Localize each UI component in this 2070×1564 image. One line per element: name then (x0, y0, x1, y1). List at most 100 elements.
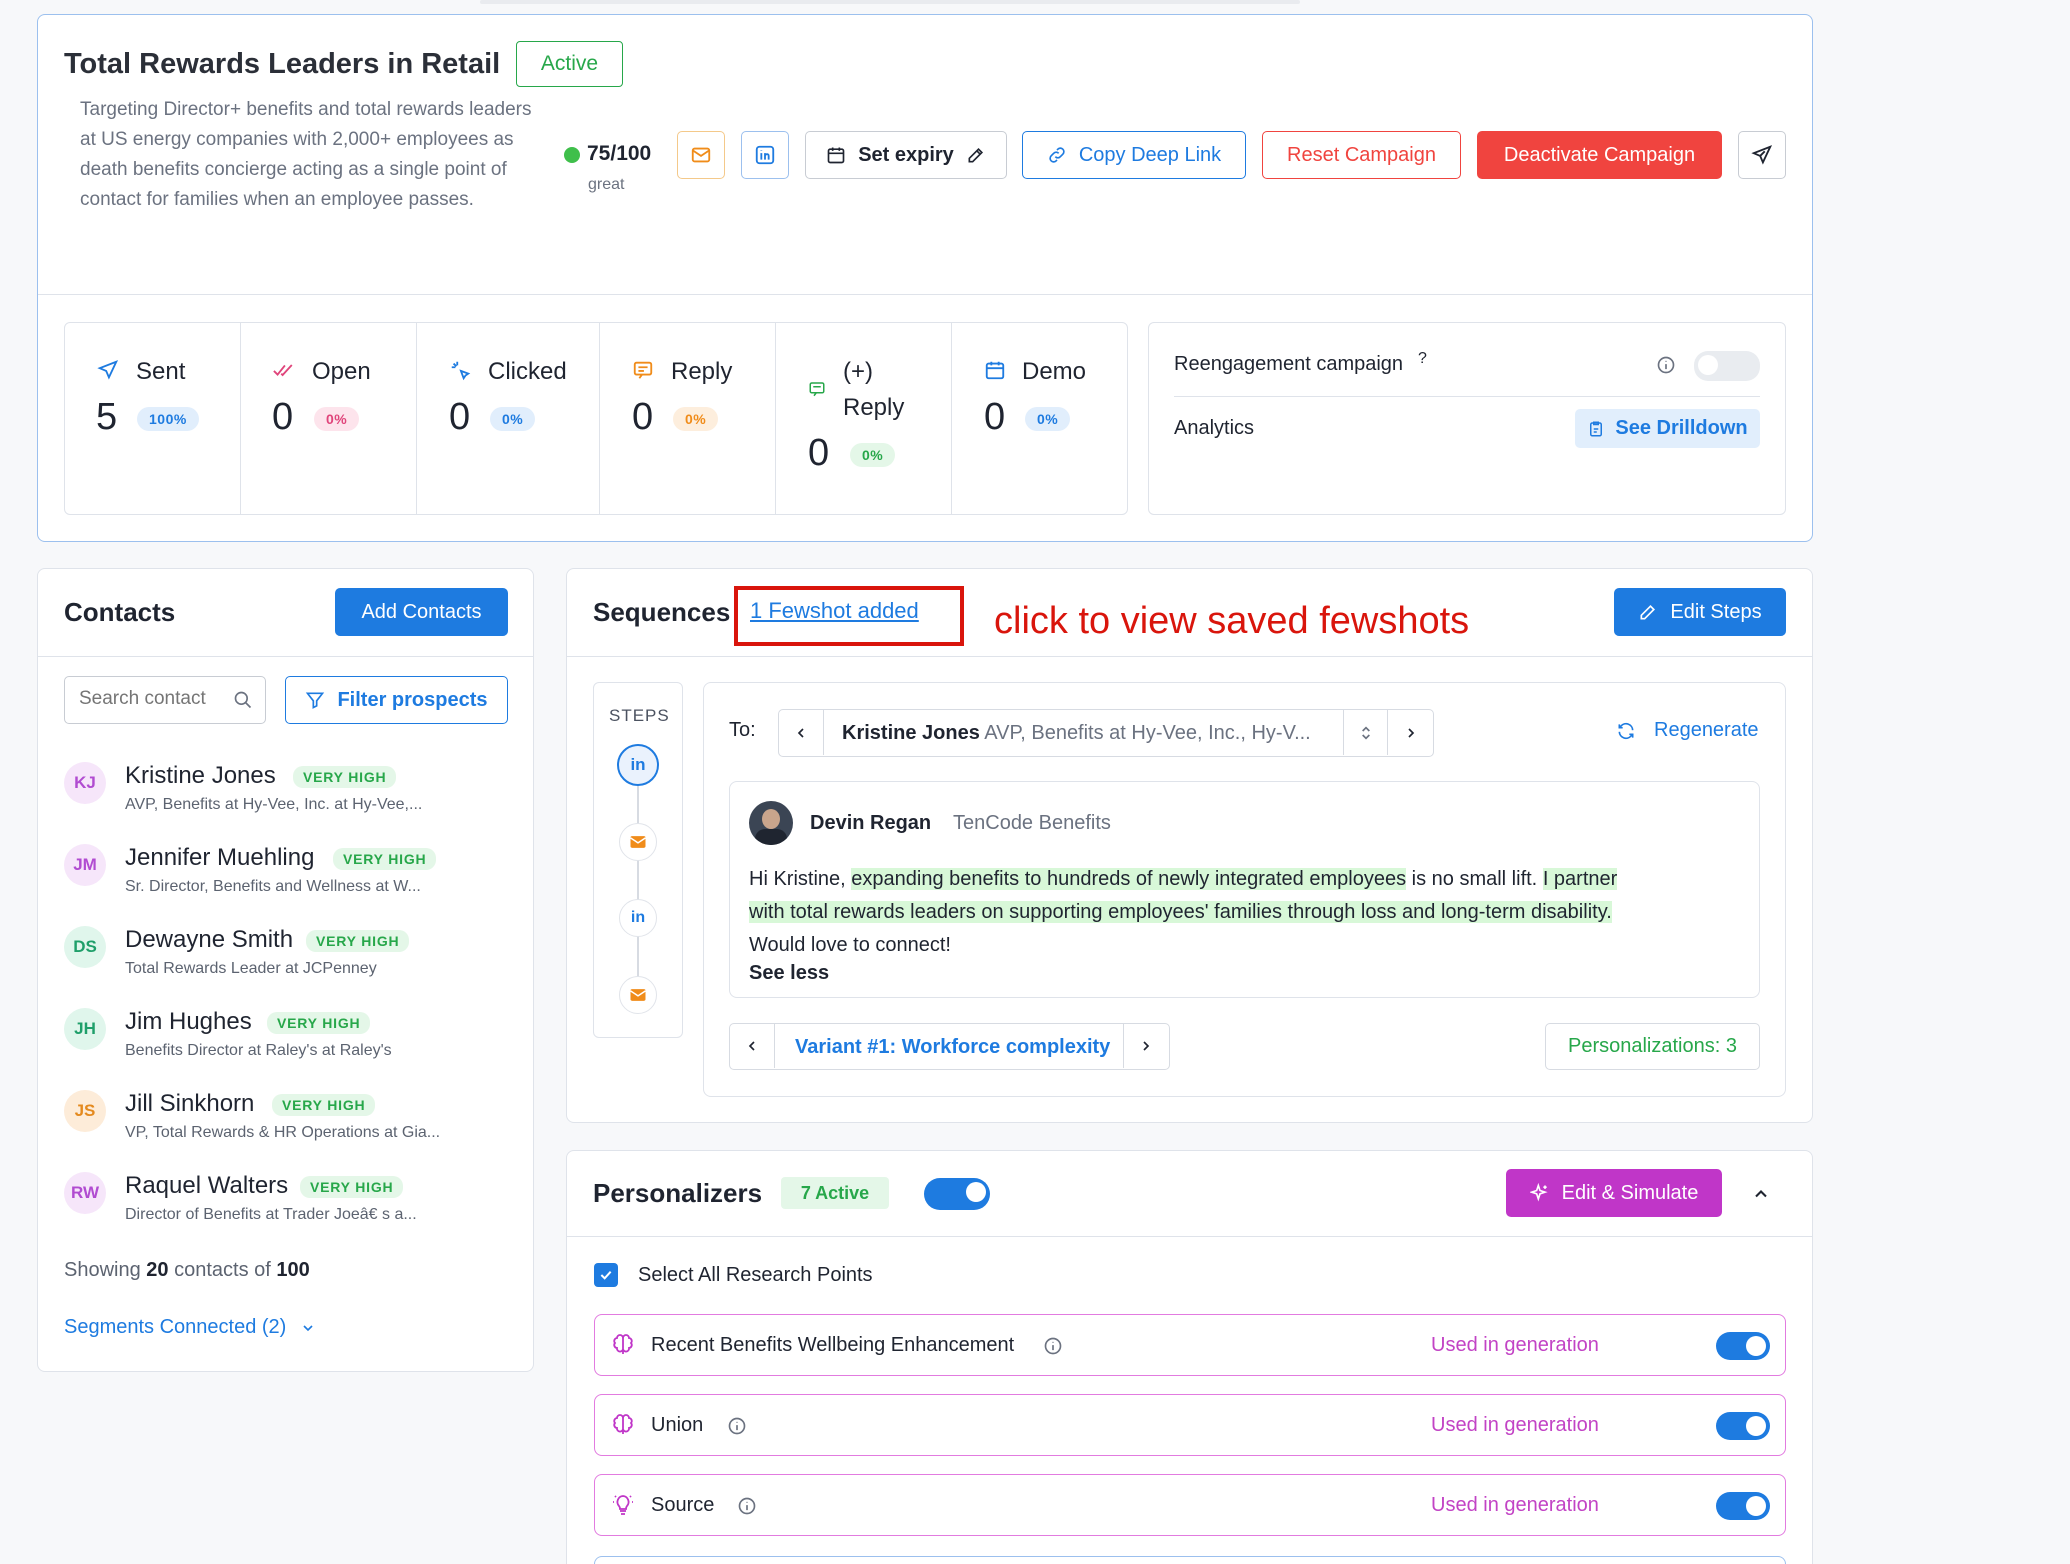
edit-steps-button[interactable]: Edit Steps (1614, 588, 1786, 636)
set-expiry-button[interactable]: Set expiry (805, 131, 1007, 179)
list-item[interactable]: KJ Kristine Jones VERY HIGH AVP, Benefit… (64, 762, 514, 822)
edit-simulate-button[interactable]: Edit & Simulate (1506, 1169, 1722, 1217)
add-contacts-button[interactable]: Add Contacts (335, 588, 508, 636)
campaign-title: Total Rewards Leaders in Retail (64, 48, 501, 80)
step-linkedin-1[interactable]: in (617, 744, 659, 786)
see-less-link[interactable]: See less (749, 962, 829, 985)
info-icon[interactable] (737, 1496, 757, 1516)
next-variant-button[interactable] (1123, 1024, 1168, 1068)
divider (567, 1236, 1812, 1237)
score-label: great (588, 176, 625, 193)
prev-variant-button[interactable] (730, 1024, 775, 1068)
step-email-2[interactable] (619, 976, 657, 1014)
research-point-row[interactable]: Source Used in generation (594, 1474, 1786, 1536)
next-recipient-button[interactable] (1388, 710, 1433, 755)
info-icon[interactable] (1656, 355, 1676, 375)
research-point-toggle[interactable] (1716, 1332, 1770, 1360)
contact-subtitle: AVP, Benefits at Hy-Vee, Inc. at Hy-Vee,… (125, 796, 423, 813)
message-greeting: Hi Kristine, (749, 868, 846, 890)
stat-positive-reply-pct: 0% (850, 443, 896, 467)
step-linkedin-2[interactable]: in (619, 899, 657, 937)
sparkle-icon (1529, 1183, 1548, 1202)
regenerate-button[interactable]: Regenerate (1616, 719, 1759, 742)
mail-icon (630, 836, 646, 848)
search-input[interactable] (64, 676, 266, 724)
link-icon (1049, 147, 1065, 163)
stat-open-value: 0 (272, 396, 294, 438)
linkedin-channel-button[interactable] (741, 131, 789, 179)
segments-connected-link[interactable]: Segments Connected (2) (64, 1316, 316, 1339)
variant-label: Variant #1: Workforce complexity (795, 1036, 1111, 1058)
select-all-checkbox[interactable] (594, 1263, 618, 1287)
recipient-name: Kristine Jones (842, 722, 980, 744)
recipient-selector[interactable]: Kristine Jones AVP, Benefits at Hy-Vee, … (778, 709, 1434, 757)
status-badge: Active (516, 41, 623, 87)
list-item[interactable]: JM Jennifer Muehling VERY HIGH Sr. Direc… (64, 844, 514, 904)
to-label: To: (729, 719, 756, 741)
email-channel-button[interactable] (677, 131, 725, 179)
showing-number: 20 (146, 1259, 169, 1281)
send-button[interactable] (1738, 131, 1786, 179)
personalizers-toggle[interactable] (924, 1178, 990, 1210)
info-icon[interactable] (727, 1416, 747, 1436)
personalizations-button[interactable]: Personalizations: 3 (1545, 1023, 1760, 1070)
filter-prospects-button[interactable]: Filter prospects (285, 676, 508, 724)
chevron-left-icon (748, 1041, 755, 1051)
list-item[interactable]: DS Dewayne Smith VERY HIGH Total Rewards… (64, 926, 514, 986)
reengagement-toggle[interactable] (1694, 351, 1760, 381)
research-point-toggle[interactable] (1716, 1492, 1770, 1520)
research-point-row[interactable]: Union Used in generation (594, 1394, 1786, 1456)
click-icon (451, 361, 471, 381)
personalization-highlight: I partner (1542, 868, 1618, 890)
sequences-title: Sequences (593, 597, 731, 627)
help-icon[interactable]: ? (1418, 350, 1427, 368)
avatar: JH (64, 1008, 106, 1050)
filter-prospects-label: Filter prospects (337, 688, 488, 711)
reset-campaign-button[interactable]: Reset Campaign (1262, 131, 1461, 179)
message-closing: Would love to connect! (749, 934, 951, 956)
segments-label: Segments Connected (2) (64, 1316, 287, 1338)
calendar-icon (985, 361, 1005, 380)
collapse-button[interactable] (1751, 1184, 1771, 1204)
see-drilldown-button[interactable]: See Drilldown (1575, 409, 1760, 448)
deactivate-campaign-button[interactable]: Deactivate Campaign (1477, 131, 1722, 179)
variant-selector[interactable]: Variant #1: Workforce complexity (729, 1023, 1170, 1070)
priority-badge: VERY HIGH (306, 930, 410, 952)
recipient-dropdown-toggle[interactable] (1343, 710, 1388, 755)
contact-name: Dewayne Smith (125, 926, 294, 953)
research-point-status: Used in generation (1431, 1334, 1599, 1356)
stats-panel (64, 322, 1128, 515)
sender-name: Devin Regan (810, 812, 932, 834)
priority-badge: VERY HIGH (267, 1012, 371, 1034)
stat-demo-label: Demo (1022, 358, 1087, 385)
copy-deep-link-button[interactable]: Copy Deep Link (1022, 131, 1246, 179)
chevron-left-icon (797, 727, 804, 738)
info-icon[interactable] (1043, 1336, 1063, 1356)
contact-subtitle: Total Rewards Leader at JCPenney (125, 960, 377, 977)
research-point-toggle[interactable] (1716, 1412, 1770, 1440)
prev-recipient-button[interactable] (779, 710, 824, 755)
stat-reply-value: 0 (632, 396, 654, 438)
step-email-1[interactable] (619, 823, 657, 861)
recipient-text: Kristine Jones AVP, Benefits at Hy-Vee, … (842, 722, 1312, 745)
stat-clicked-label: Clicked (488, 358, 567, 385)
divider (775, 322, 776, 515)
campaign-description: Targeting Director+ benefits and total r… (80, 99, 532, 210)
priority-badge: VERY HIGH (293, 766, 397, 788)
search-field[interactable] (79, 688, 229, 710)
fewshot-link[interactable]: 1 Fewshot added (750, 598, 919, 624)
refresh-icon (1618, 722, 1634, 739)
divider (567, 656, 1812, 657)
chevron-updown-icon (1361, 725, 1370, 740)
research-point-row[interactable]: Recent Benefits Wellbeing Enhancement Us… (594, 1314, 1786, 1376)
list-item[interactable]: JH Jim Hughes VERY HIGH Benefits Directo… (64, 1008, 514, 1068)
stat-demo-value: 0 (984, 396, 1006, 438)
list-item[interactable]: RW Raquel Walters VERY HIGH Director of … (64, 1172, 514, 1232)
divider (416, 322, 417, 515)
research-point-row-partial (594, 1556, 1786, 1564)
calendar-icon (827, 147, 845, 164)
list-item[interactable]: JS Jill Sinkhorn VERY HIGH VP, Total Rew… (64, 1090, 514, 1150)
divider (38, 294, 1812, 295)
lightbulb-icon (613, 1495, 633, 1515)
active-count-badge: 7 Active (781, 1177, 889, 1209)
